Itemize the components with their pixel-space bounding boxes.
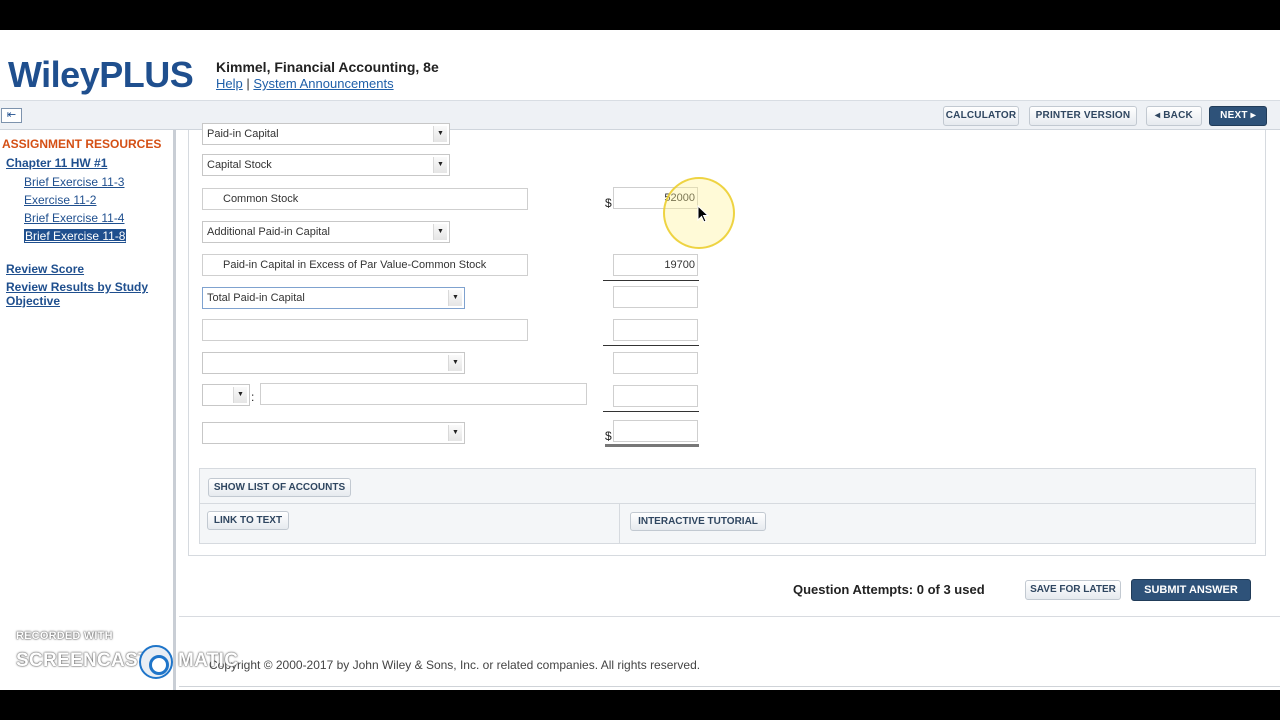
total-paid-in-capital-amount-field[interactable] (613, 286, 698, 308)
assignment-resources-title: ASSIGNMENT RESOURCES (2, 137, 162, 151)
chapter-link[interactable]: Chapter 11 HW #1 (6, 156, 107, 170)
watermark-matic: MATIC (178, 650, 239, 671)
toolbar: ⇤ CALCULATOR PRINTER VERSION ◂ BACK NEXT… (0, 100, 1280, 130)
link-to-text-button[interactable]: LINK TO TEXT (207, 511, 289, 530)
sidebar-item-brief-exercise-11-8[interactable]: Brief Exercise 11-8 (24, 229, 127, 243)
wileyplus-logo[interactable]: WileyPLUS (8, 54, 194, 96)
chevron-down-icon: ▼ (448, 355, 462, 371)
interactive-tutorial-button[interactable]: INTERACTIVE TUTORIAL (630, 512, 766, 531)
review-score-link[interactable]: Review Score (6, 262, 84, 276)
paid-in-capital-select[interactable]: Paid-in Capital ▼ (202, 123, 450, 145)
link-separator: | (246, 76, 250, 91)
total-double-rule (605, 444, 699, 447)
text-field-9[interactable] (260, 383, 587, 405)
account-select-8[interactable]: ▼ (202, 352, 465, 374)
total-amount-field[interactable] (613, 420, 698, 442)
capital-stock-select[interactable]: Capital Stock ▼ (202, 154, 450, 176)
paid-in-capital-select-value: Paid-in Capital (207, 128, 279, 140)
subtotal-rule (603, 345, 699, 346)
small-select-9[interactable]: ▼ (202, 384, 250, 406)
review-results-link[interactable]: Review Results by Study Objective (6, 280, 171, 308)
watermark-screencast: SCREENCAST (16, 650, 150, 671)
divider (179, 616, 1280, 617)
subtotal-rule (603, 411, 699, 412)
chevron-down-icon: ▼ (448, 290, 462, 306)
screen: WileyPLUS Kimmel, Financial Accounting, … (0, 30, 1280, 690)
help-link[interactable]: Help (216, 76, 243, 91)
paid-in-excess-amount-field[interactable]: 19700 (613, 254, 698, 276)
watermark-recorded-with: RECORDED WITH (16, 630, 113, 642)
mouse-pointer-icon (697, 205, 709, 223)
account-select-10[interactable]: ▼ (202, 422, 465, 444)
collapse-sidebar-icon[interactable]: ⇤ (1, 108, 22, 123)
system-announcements-link[interactable]: System Announcements (253, 76, 393, 91)
next-button[interactable]: NEXT ▸ (1209, 106, 1267, 126)
question-attempts: Question Attempts: 0 of 3 used (793, 582, 985, 597)
amount-field-7[interactable] (613, 319, 698, 341)
letterbox-bottom (0, 690, 1280, 720)
chevron-down-icon: ▼ (433, 126, 447, 142)
letterbox-top (0, 0, 1280, 30)
chevron-down-icon: ▼ (448, 425, 462, 441)
paid-in-excess-account-field[interactable]: Paid-in Capital in Excess of Par Value-C… (202, 254, 528, 276)
chevron-down-icon: ▼ (233, 387, 247, 403)
copyright-notice: Copyright © 2000-2017 by John Wiley & So… (209, 658, 701, 672)
chevron-down-icon: ▼ (433, 224, 447, 240)
divider (619, 503, 620, 543)
total-paid-in-capital-select-value: Total Paid-in Capital (207, 292, 305, 304)
additional-paid-in-capital-select[interactable]: Additional Paid-in Capital ▼ (202, 221, 450, 243)
submit-answer-button[interactable]: SUBMIT ANSWER (1131, 579, 1251, 601)
sidebar: ASSIGNMENT RESOURCES Chapter 11 HW #1 Br… (0, 130, 176, 690)
amount-field-9[interactable] (613, 385, 698, 407)
colon-separator: : (251, 390, 255, 404)
header-links: Help | System Announcements (216, 76, 394, 91)
account-field-7[interactable] (202, 319, 528, 341)
additional-paid-in-capital-select-value: Additional Paid-in Capital (207, 226, 330, 238)
show-list-of-accounts-button[interactable]: SHOW LIST OF ACCOUNTS (208, 478, 351, 497)
total-paid-in-capital-select[interactable]: Total Paid-in Capital ▼ (202, 287, 465, 309)
header: WileyPLUS Kimmel, Financial Accounting, … (0, 30, 1280, 100)
chevron-down-icon: ▼ (433, 157, 447, 173)
sidebar-item-brief-exercise-11-4[interactable]: Brief Exercise 11-4 (24, 211, 124, 225)
save-for-later-button[interactable]: SAVE FOR LATER (1025, 580, 1121, 600)
dollar-sign: $ (605, 429, 612, 443)
amount-field-8[interactable] (613, 352, 698, 374)
capital-stock-select-value: Capital Stock (207, 159, 272, 171)
printer-version-button[interactable]: PRINTER VERSION (1029, 106, 1137, 126)
subtotal-rule (603, 280, 699, 281)
sidebar-item-exercise-11-2[interactable]: Exercise 11-2 (24, 193, 96, 207)
calculator-button[interactable]: CALCULATOR (943, 106, 1019, 126)
divider (200, 503, 1255, 504)
back-button[interactable]: ◂ BACK (1146, 106, 1202, 126)
sidebar-item-brief-exercise-11-3[interactable]: Brief Exercise 11-3 (24, 175, 124, 189)
screencast-o-matic-logo-icon (139, 645, 173, 679)
question-tools: SHOW LIST OF ACCOUNTS LINK TO TEXT INTER… (199, 468, 1256, 544)
divider (179, 686, 1280, 687)
dollar-sign: $ (605, 196, 612, 210)
common-stock-account-field[interactable]: Common Stock (202, 188, 528, 210)
book-title: Kimmel, Financial Accounting, 8e (216, 59, 439, 75)
